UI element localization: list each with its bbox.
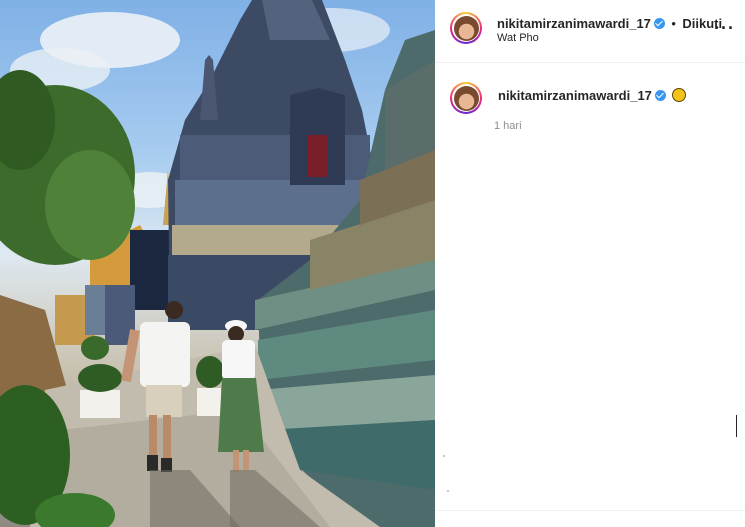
artifact: [447, 490, 449, 492]
header-username[interactable]: nikitamirzanimawardi_17: [497, 16, 651, 31]
comment-username[interactable]: nikitamirzanimawardi_17: [498, 88, 652, 103]
sun-emoji-icon: [671, 88, 686, 102]
avatar-ring: [452, 14, 480, 42]
divider: [435, 510, 745, 511]
verified-badge-icon: [653, 18, 665, 29]
caption-comment: nikitamirzanimawardi_17 1 hari: [435, 62, 745, 182]
artifact: [443, 455, 445, 457]
post-side-panel: nikitamirzanimawardi_17 • Diikuti Wat Ph…: [435, 0, 745, 527]
more-options-icon[interactable]: ···: [714, 19, 735, 37]
avatar-ring: [452, 84, 480, 112]
comment-avatar[interactable]: [450, 82, 482, 114]
verified-badge-icon: [654, 90, 666, 101]
header-user-line: nikitamirzanimawardi_17 • Diikuti: [497, 15, 722, 33]
avatar[interactable]: [450, 12, 482, 44]
profile-photo: [453, 15, 479, 41]
profile-photo: [453, 85, 479, 111]
comment-timestamp[interactable]: 1 hari: [494, 120, 522, 132]
wat-pho-scene: [0, 0, 435, 527]
post-photo[interactable]: [0, 0, 435, 527]
post-header: nikitamirzanimawardi_17 • Diikuti Wat Ph…: [435, 0, 745, 63]
comment-user-line: nikitamirzanimawardi_17: [498, 87, 686, 105]
text-cursor: [736, 415, 737, 437]
separator: •: [671, 16, 676, 31]
location-link[interactable]: Wat Pho: [497, 32, 539, 44]
